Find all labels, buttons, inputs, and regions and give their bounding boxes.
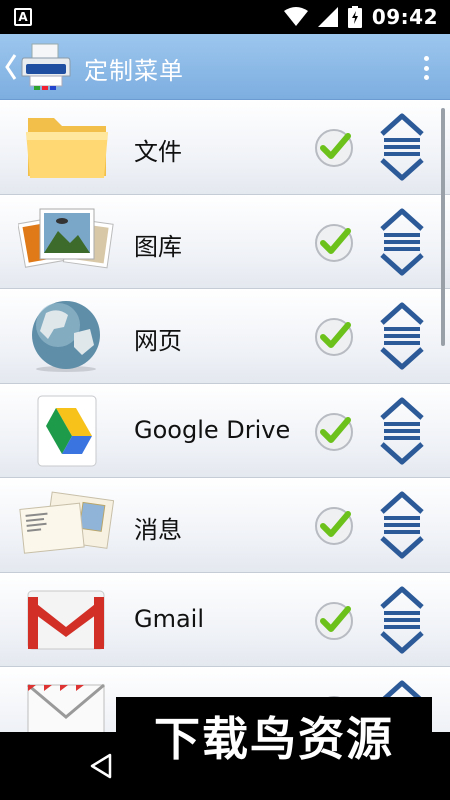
app-bar: 定制菜单 xyxy=(0,34,450,100)
signal-icon xyxy=(317,7,338,27)
checkbox-checked-icon[interactable] xyxy=(314,128,354,168)
menu-list: 文件 图库 网页 Google Drive 消息 Gmail xyxy=(0,100,450,732)
gallery-icon xyxy=(18,208,114,268)
checkbox-checked-icon[interactable] xyxy=(314,317,354,357)
checkbox-checked-icon[interactable] xyxy=(314,223,354,263)
printer-app-icon[interactable] xyxy=(20,42,72,92)
item-label: Google Drive xyxy=(134,415,291,444)
envelope-icon xyxy=(27,683,105,732)
item-label: 消息 xyxy=(134,516,182,544)
folder-icon xyxy=(26,118,108,178)
status-bar: A 09:42 xyxy=(0,0,450,34)
postcard-icon xyxy=(19,491,114,554)
reorder-handle-icon[interactable] xyxy=(378,585,426,655)
back-chevron-icon[interactable] xyxy=(4,52,18,82)
reorder-handle-icon[interactable] xyxy=(378,112,426,182)
reorder-handle-icon[interactable] xyxy=(378,396,426,466)
back-nav-icon[interactable] xyxy=(88,752,114,780)
list-item[interactable]: 网页 xyxy=(0,289,450,384)
list-item[interactable]: Google Drive xyxy=(0,383,450,478)
overflow-menu-icon[interactable] xyxy=(422,56,430,80)
status-icons: 09:42 xyxy=(283,4,438,30)
reorder-handle-icon[interactable] xyxy=(378,490,426,560)
item-label: 网页 xyxy=(134,327,182,355)
globe-icon xyxy=(32,301,100,372)
checkbox-checked-icon[interactable] xyxy=(314,412,354,452)
reorder-handle-icon[interactable] xyxy=(378,207,426,277)
gmail-icon xyxy=(27,590,105,649)
checkbox-checked-icon[interactable] xyxy=(314,601,354,641)
list-item[interactable]: 消息 xyxy=(0,478,450,573)
watermark-overlay: 下载鸟资源 xyxy=(116,697,432,781)
item-label: 图库 xyxy=(134,232,182,261)
wifi-icon xyxy=(283,7,308,26)
checkbox-checked-icon[interactable] xyxy=(314,506,354,546)
page-title: 定制菜单 xyxy=(84,57,184,85)
item-label: 文件 xyxy=(134,138,182,166)
google-drive-icon xyxy=(37,395,97,466)
list-item[interactable]: 文件 xyxy=(0,100,450,195)
list-item[interactable]: Gmail xyxy=(0,572,450,667)
clock: 09:42 xyxy=(371,5,438,29)
list-item[interactable]: 图库 xyxy=(0,194,450,289)
notification-icon: A xyxy=(14,8,32,26)
battery-icon xyxy=(347,6,362,28)
reorder-handle-icon[interactable] xyxy=(378,301,426,371)
item-label: Gmail xyxy=(134,604,205,633)
scrollbar-thumb[interactable] xyxy=(441,108,445,346)
